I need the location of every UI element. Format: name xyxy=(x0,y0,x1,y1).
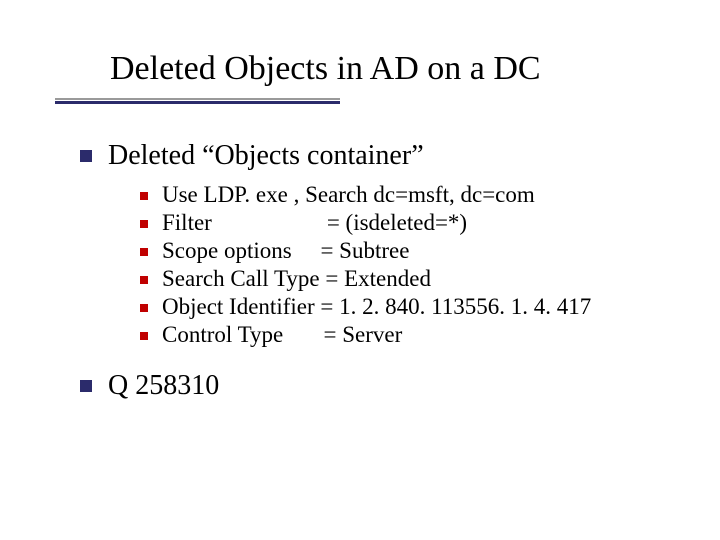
level1-text: Q 258310 xyxy=(108,370,219,402)
sublist: Use LDP. exe , Search dc=msft, dc=com Fi… xyxy=(80,182,680,348)
square-bullet-icon xyxy=(140,248,148,256)
level2-text: Search Call Type = Extended xyxy=(162,266,431,292)
level2-text: Object Identifier = 1. 2. 840. 113556. 1… xyxy=(162,294,591,320)
slide: Deleted Objects in AD on a DC Deleted “O… xyxy=(0,0,720,540)
content-area: Deleted “Objects container” Use LDP. exe… xyxy=(40,140,680,402)
slide-title: Deleted Objects in AD on a DC xyxy=(110,50,680,88)
title-wrap: Deleted Objects in AD on a DC xyxy=(110,50,680,88)
bullet-level2: Scope options = Subtree xyxy=(140,238,680,264)
underline-navy xyxy=(55,101,340,104)
bullet-level2: Object Identifier = 1. 2. 840. 113556. 1… xyxy=(140,294,680,320)
bullet-level1: Q 258310 xyxy=(80,370,680,402)
bullet-level1: Deleted “Objects container” xyxy=(80,140,680,172)
level1-text: Deleted “Objects container” xyxy=(108,140,424,172)
square-bullet-icon xyxy=(80,380,92,392)
square-bullet-icon xyxy=(80,150,92,162)
level2-text: Filter = (isdeleted=*) xyxy=(162,210,467,236)
bullet-level2: Search Call Type = Extended xyxy=(140,266,680,292)
level2-text: Control Type = Server xyxy=(162,322,402,348)
square-bullet-icon xyxy=(140,220,148,228)
underline-grey xyxy=(55,98,340,100)
square-bullet-icon xyxy=(140,332,148,340)
level2-text: Scope options = Subtree xyxy=(162,238,409,264)
square-bullet-icon xyxy=(140,276,148,284)
square-bullet-icon xyxy=(140,192,148,200)
bullet-level2: Use LDP. exe , Search dc=msft, dc=com xyxy=(140,182,680,208)
bullet-level2: Control Type = Server xyxy=(140,322,680,348)
bullet-level2: Filter = (isdeleted=*) xyxy=(140,210,680,236)
title-underline xyxy=(55,98,340,104)
level2-text: Use LDP. exe , Search dc=msft, dc=com xyxy=(162,182,535,208)
square-bullet-icon xyxy=(140,304,148,312)
